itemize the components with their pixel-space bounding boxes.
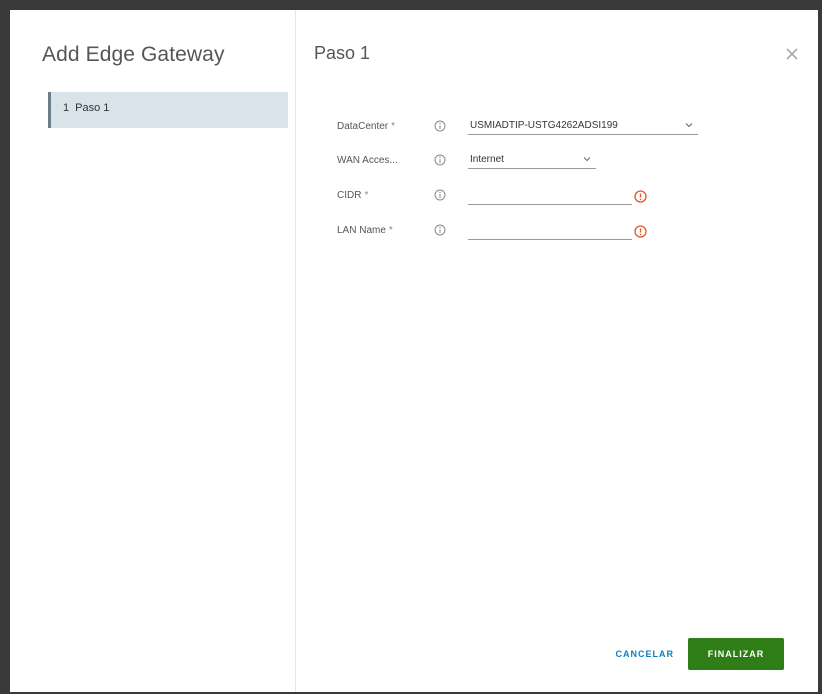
info-icon[interactable]	[434, 154, 446, 166]
wan-access-value: Internet	[470, 154, 504, 165]
info-icon[interactable]	[434, 189, 446, 201]
cidr-label: CIDR *	[337, 190, 369, 201]
chevron-down-icon	[583, 157, 591, 162]
wizard-sidebar: Add Edge Gateway 1 Paso 1	[10, 10, 296, 692]
info-icon[interactable]	[434, 120, 446, 132]
page-title: Paso 1	[314, 43, 371, 63]
step-label: Paso 1	[75, 102, 110, 114]
datacenter-label: DataCenter *	[337, 121, 396, 132]
wan-access-row: WAN Acces... Internet	[337, 152, 697, 172]
close-icon[interactable]	[784, 46, 800, 62]
datacenter-row: DataCenter * USMIADTIP-USTG4262ADSI199	[337, 118, 698, 138]
error-icon	[634, 225, 647, 238]
step-number: 1	[63, 102, 70, 114]
cancel-button[interactable]: CANCELAR	[616, 638, 675, 670]
datacenter-select[interactable]: USMIADTIP-USTG4262ADSI199	[468, 118, 698, 135]
wizard-main: Paso 1 DataCenter * USMIADTIP-USTG4262ADS…	[296, 10, 818, 692]
datacenter-value: USMIADTIP-USTG4262ADSI199	[470, 120, 618, 131]
wizard-title: Add Edge Gateway	[42, 43, 225, 66]
wan-access-select[interactable]: Internet	[468, 152, 596, 169]
lan-name-row: LAN Name *	[337, 222, 697, 242]
wan-access-label: WAN Acces...	[337, 155, 398, 166]
cidr-row: CIDR *	[337, 187, 697, 207]
window-frame: Add Edge Gateway 1 Paso 1 Paso 1 DataCent…	[0, 0, 822, 694]
finish-button[interactable]: FINALIZAR	[688, 638, 784, 670]
info-icon[interactable]	[434, 224, 446, 236]
chevron-down-icon	[685, 123, 693, 128]
wizard-step-1[interactable]: 1 Paso 1	[48, 92, 288, 128]
cidr-input[interactable]	[468, 187, 632, 205]
lan-name-label: LAN Name *	[337, 225, 393, 236]
lan-name-input[interactable]	[468, 222, 632, 240]
add-edge-gateway-dialog: Add Edge Gateway 1 Paso 1 Paso 1 DataCent…	[10, 10, 818, 692]
error-icon	[634, 190, 647, 203]
